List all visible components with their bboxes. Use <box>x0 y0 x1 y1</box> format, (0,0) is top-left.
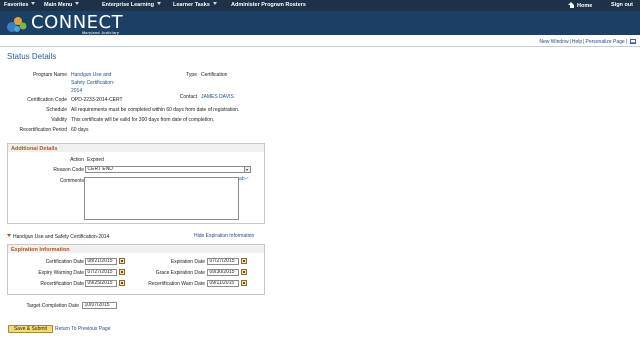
grid-icon[interactable] <box>630 39 636 44</box>
schedule-label: Schedule <box>46 107 67 113</box>
recertification-date-label: Recertification Date <box>40 281 84 287</box>
chevron-down-icon <box>75 2 80 5</box>
divider: | <box>569 39 571 45</box>
main-menu-label: Main Menu <box>44 2 73 8</box>
calendar-icon[interactable] <box>119 269 125 275</box>
expiry-warning-date-field[interactable]: 07/27/2015 <box>85 269 117 276</box>
logo-subtitle: Maryland Judiciary <box>82 31 120 35</box>
grace-expiration-date-value: 09/30/2015 <box>209 269 235 275</box>
validity-value: This certificate will be valid for 300 d… <box>71 117 215 123</box>
enterprise-learning-menu[interactable]: Enterprise Learning <box>102 2 161 8</box>
chevron-down-icon <box>31 2 36 5</box>
recertification-date-field[interactable]: 09/25/2015 <box>85 280 117 287</box>
recertification-period-label: Recertification Period <box>19 127 67 133</box>
reason-code-select[interactable]: CERT END <box>85 166 251 173</box>
return-to-previous-page-link[interactable]: Return To Previous Page <box>55 326 111 332</box>
contact-label: Contact <box>179 94 197 100</box>
program-toggle[interactable]: Handgun Use and Safety Certification-201… <box>7 234 109 240</box>
comments-label: Comments <box>59 178 84 184</box>
home-icon <box>568 2 575 8</box>
calendar-icon[interactable] <box>241 280 247 286</box>
collapse-arrow-icon <box>7 234 11 237</box>
additional-details-header: Additional Details <box>8 144 264 152</box>
reason-code-value: CERT END <box>87 166 113 172</box>
utility-links: New Window|Help|Personalize Page| <box>539 39 636 45</box>
help-link[interactable]: Help <box>572 39 582 45</box>
breadcrumb-current-label: Administer Program Rosters <box>231 2 306 8</box>
divider: | <box>625 39 627 45</box>
connect-logo-icon <box>7 17 27 32</box>
grace-expiration-date-field[interactable]: 09/30/2015 <box>207 269 239 276</box>
sign-out-link[interactable]: Sign out <box>611 2 633 8</box>
breadcrumb-current[interactable]: Administer Program Rosters <box>231 2 306 8</box>
program-name-line1[interactable]: Handgun Use and <box>71 72 111 78</box>
home-link[interactable]: Home <box>568 2 592 9</box>
program-name-line3[interactable]: 2014 <box>71 88 82 94</box>
logo-text: CONNECT <box>31 12 124 33</box>
target-completion-date-field[interactable]: 10/07/2015 <box>82 302 117 309</box>
calendar-icon[interactable] <box>241 258 247 264</box>
recertification-warn-date-value: 09/11/2015 <box>209 280 235 286</box>
program-toggle-title: Handgun Use and Safety Certification-201… <box>13 234 110 240</box>
favorites-menu[interactable]: Favorites <box>4 2 36 8</box>
recertification-warn-date-field[interactable]: 09/11/2015 <box>207 280 239 287</box>
calendar-icon[interactable] <box>119 280 125 286</box>
certification-date-label: Certification Date <box>45 259 84 265</box>
certification-code-label: Certification Code <box>27 97 67 103</box>
expiration-date-label: Expiration Date <box>170 259 205 265</box>
home-label: Home <box>577 3 593 9</box>
certification-code-value: OPD-2233-2014-CERT <box>71 97 123 103</box>
grace-expiration-date-label: Grace Expiration Date <box>155 270 205 276</box>
expiration-date-field[interactable]: 07/27/2015 <box>207 258 239 265</box>
calendar-icon[interactable] <box>119 258 125 264</box>
recertification-period-value: 60 days <box>71 127 89 133</box>
main-menu[interactable]: Main Menu <box>44 2 80 8</box>
target-completion-date-value: 10/07/2015 <box>84 302 110 308</box>
save-submit-button[interactable]: Save & Submit <box>8 325 53 333</box>
certification-date-value: 08/21/2015 <box>87 258 113 264</box>
target-completion-date-label: Target Completion Date <box>26 303 79 309</box>
chevron-down-icon <box>244 167 250 172</box>
action-value: Expired <box>87 157 104 163</box>
expiration-date-value: 07/27/2015 <box>209 258 235 264</box>
new-window-link[interactable]: New Window <box>539 39 568 45</box>
enterprise-learning-label: Enterprise Learning <box>102 2 154 8</box>
hide-expiration-link[interactable]: Hide Expiration Information <box>194 233 254 239</box>
expiration-information-header: Expiration Information <box>8 245 264 253</box>
comments-textarea[interactable] <box>84 177 239 220</box>
learner-tasks-label: Learner Tasks <box>173 2 210 8</box>
program-name-line2[interactable]: Safety Certification- <box>71 80 115 86</box>
chevron-down-icon <box>156 2 161 5</box>
spell-check-icon[interactable]: ab✓ <box>239 176 249 182</box>
action-label: Action <box>70 157 84 163</box>
type-label: Type <box>186 72 197 78</box>
expiry-warning-date-value: 07/27/2015 <box>87 269 113 275</box>
certification-date-field[interactable]: 08/21/2015 <box>85 258 117 265</box>
page-title: Status Details <box>7 52 57 61</box>
calendar-icon[interactable] <box>241 269 247 275</box>
recertification-date-value: 09/25/2015 <box>87 280 113 286</box>
reason-code-label: Reason Code <box>53 167 84 173</box>
top-nav-bar: Favorites Main Menu Enterprise Learning … <box>0 0 640 11</box>
favorites-label: Favorites <box>4 2 29 8</box>
contact-value[interactable]: JAMES DAVIS <box>201 94 234 100</box>
recertification-warn-date-label: Recertification Warn Date <box>148 281 205 287</box>
schedule-value: All requirements must be completed withi… <box>71 107 240 113</box>
validity-label: Validity <box>51 117 67 123</box>
personalize-page-link[interactable]: Personalize Page <box>585 39 624 45</box>
chevron-down-icon <box>212 2 217 5</box>
header-divider <box>0 46 640 47</box>
type-value: Certification <box>201 72 228 78</box>
learner-tasks-menu[interactable]: Learner Tasks <box>173 2 217 8</box>
program-name-label: Program Name <box>33 72 67 78</box>
expiry-warning-date-label: Expiry Warning Date <box>38 270 84 276</box>
